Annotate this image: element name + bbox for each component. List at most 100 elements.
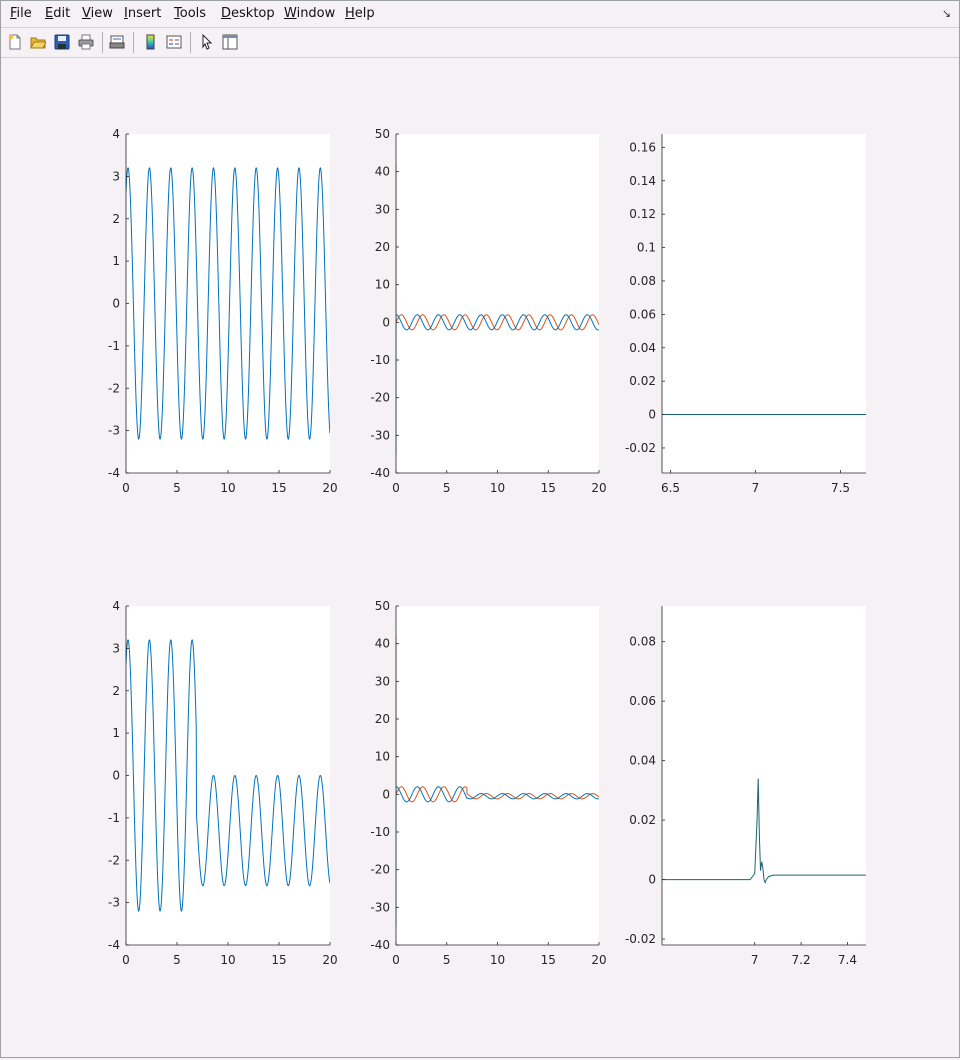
y-tick-label: -40 [370, 466, 390, 480]
y-tick-label: 3 [112, 641, 120, 655]
axes-background [396, 134, 599, 473]
axes-p22: 0 5 10 15 20 -40 -30 -20 -10 0 10 20 30 40 50 [370, 599, 606, 967]
print-preview-icon[interactable] [107, 32, 127, 52]
menu-help[interactable]: Help [345, 6, 375, 21]
y-tick-label: 4 [112, 127, 120, 141]
y-tick-label: 0.14 [629, 174, 656, 188]
x-tick-label: 15 [541, 953, 556, 967]
menu-bar: File Edit View Insert Tools Desktop Wind… [1, 1, 959, 28]
x-tick-label: 0 [392, 481, 400, 495]
x-tick-label: 7.4 [838, 953, 857, 967]
x-tick-label: 20 [322, 953, 337, 967]
print-icon[interactable] [76, 32, 96, 52]
y-tick-label: 30 [375, 202, 390, 216]
x-tick-label: 5 [173, 481, 181, 495]
axes-p13: 6.5 7 7.5 -0.02 0 0.02 0.04 0.06 0.08 0.1 0.12 0.14… [625, 134, 866, 495]
y-tick-label: 0.06 [629, 694, 656, 708]
y-tick-label: -20 [370, 863, 390, 877]
y-tick-label: -10 [370, 825, 390, 839]
save-icon[interactable] [52, 32, 72, 52]
y-tick-label: -20 [370, 391, 390, 405]
menu-insert[interactable]: Insert [124, 6, 161, 21]
axes-p23: 7 7.2 7.4 -0.02 0 0.02 0.04 0.06 0.08 [625, 606, 866, 967]
y-tick-label: 0.04 [629, 341, 656, 355]
axes-background [662, 134, 866, 473]
x-tick-label: 0 [122, 481, 130, 495]
y-tick-label: 0.02 [629, 374, 656, 388]
x-tick-label: 10 [490, 481, 505, 495]
y-tick-label: 1 [112, 726, 120, 740]
figure-plots: 0 5 10 15 20-4-3-2-1012340 5 10 15 20-40-30-20-1… [108, 127, 866, 967]
y-tick-label: -3 [108, 424, 120, 438]
menu-desktop[interactable]: Desktop [221, 6, 275, 21]
y-tick-label: -4 [108, 466, 120, 480]
menu-view[interactable]: View [82, 6, 113, 21]
y-tick-label: 10 [375, 750, 390, 764]
dock-arrow-icon[interactable]: ↘ [942, 7, 951, 20]
toolbar-separator [133, 32, 134, 53]
menu-edit[interactable]: Edit [45, 6, 70, 21]
y-tick-label: 0 [382, 787, 390, 801]
x-tick-label: 20 [591, 953, 606, 967]
figure-canvas: 0 5 10 15 20 -4 -3 -2 -1 0 1 2 3 4 0 5 10 15 20 -40 -30 -20 -1… [1, 58, 959, 1056]
axes-background [126, 134, 330, 473]
x-tick-label: 15 [271, 481, 286, 495]
legend-icon[interactable] [164, 32, 184, 52]
y-tick-label: 0.06 [629, 307, 656, 321]
y-tick-label: 50 [375, 599, 390, 613]
axes-p12: 0 5 10 15 20 -40 -30 -20 -10 0 10 20 30 40 50 [370, 127, 606, 495]
y-tick-label: 0.16 [629, 140, 656, 154]
pointer-icon[interactable] [197, 32, 217, 52]
y-tick-label: -4 [108, 938, 120, 952]
property-editor-icon[interactable] [220, 32, 240, 52]
y-tick-label: 2 [112, 212, 120, 226]
y-tick-label: -30 [370, 900, 390, 914]
x-tick-label: 15 [541, 481, 556, 495]
y-tick-label: -0.02 [625, 441, 656, 455]
y-tick-label: 2 [112, 684, 120, 698]
toolbar-separator [102, 32, 103, 53]
x-tick-label: 7.5 [831, 481, 850, 495]
figure-toolbar [1, 28, 959, 58]
x-tick-label: 5 [173, 953, 181, 967]
y-tick-label: 1 [112, 254, 120, 268]
y-tick-label: 0 [648, 408, 656, 422]
y-tick-label: 0 [382, 315, 390, 329]
x-tick-label: 7 [751, 953, 759, 967]
y-tick-label: 0.1 [637, 241, 656, 255]
y-tick-label: 0.12 [629, 207, 656, 221]
y-tick-label: 20 [375, 240, 390, 254]
y-tick-label: -1 [108, 339, 120, 353]
y-tick-label: 50 [375, 127, 390, 141]
colorbar-icon[interactable] [140, 32, 160, 52]
y-tick-label: 0.08 [629, 274, 656, 288]
menu-window[interactable]: Window [284, 6, 335, 21]
x-tick-label: 20 [591, 481, 606, 495]
y-tick-label: 10 [375, 278, 390, 292]
y-tick-label: 40 [375, 165, 390, 179]
x-tick-label: 20 [322, 481, 337, 495]
x-tick-label: 5 [443, 481, 451, 495]
new-figure-icon[interactable] [5, 32, 25, 52]
y-tick-label: 20 [375, 712, 390, 726]
y-tick-label: 0.08 [629, 635, 656, 649]
y-tick-label: -2 [108, 381, 120, 395]
x-tick-label: 10 [490, 953, 505, 967]
axes-background [396, 606, 599, 945]
axes-p21: 0 5 10 15 20 -4 -3 -2 -1 0 1 2 3 4 [108, 599, 338, 967]
open-file-icon[interactable] [28, 32, 48, 52]
y-tick-label: 40 [375, 637, 390, 651]
menu-file[interactable]: File [10, 6, 32, 21]
x-tick-label: 10 [220, 481, 235, 495]
y-tick-label: -40 [370, 938, 390, 952]
y-tick-label: -1 [108, 811, 120, 825]
y-tick-label: 0.04 [629, 754, 656, 768]
axes-p11: 0 5 10 15 20 -4 -3 -2 -1 0 1 2 3 4 [108, 127, 338, 495]
y-tick-label: 0 [112, 769, 120, 783]
y-tick-label: -10 [370, 353, 390, 367]
menu-tools[interactable]: Tools [174, 6, 206, 21]
y-tick-label: -0.02 [625, 932, 656, 946]
y-tick-label: 0.02 [629, 813, 656, 827]
x-tick-label: 5 [443, 953, 451, 967]
x-tick-label: 10 [220, 953, 235, 967]
